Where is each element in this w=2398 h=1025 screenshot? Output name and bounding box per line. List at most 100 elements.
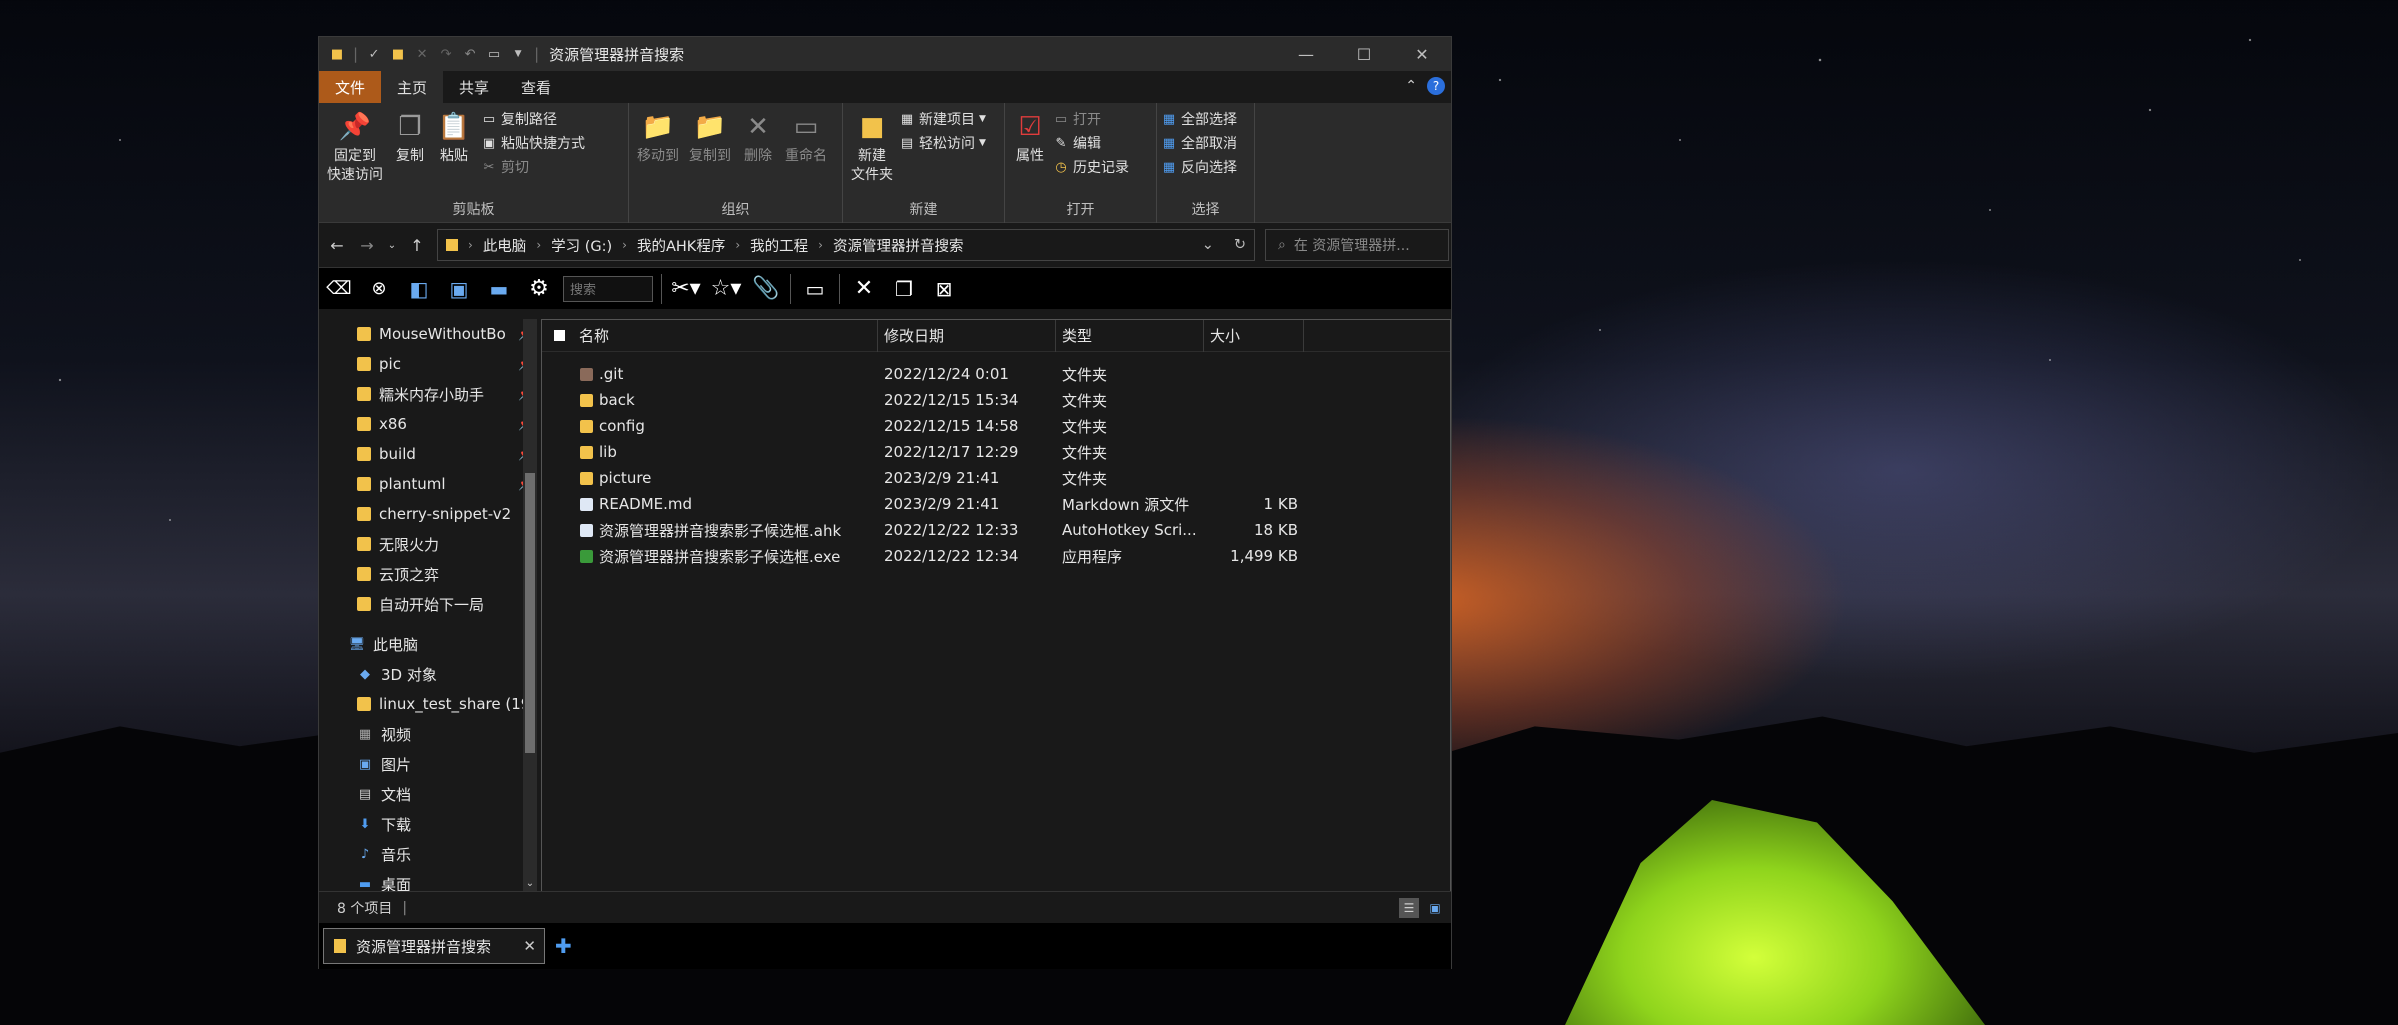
up-arrow-icon[interactable]: ↑ (407, 236, 427, 255)
nav-quick-item[interactable]: 云顶之弈 (319, 559, 541, 589)
address-dropdown-icon[interactable]: ⌄ (1202, 237, 1214, 253)
paste-shortcut-button[interactable]: ▣ 粘贴快捷方式 (481, 133, 585, 153)
nav-music[interactable]: ♪ 音乐 (319, 839, 541, 869)
scissors-dropdown-icon[interactable]: ✂▾ (670, 273, 702, 305)
nav-desktop[interactable]: ▬ 桌面 (319, 869, 541, 892)
minimize-button[interactable]: — (1277, 37, 1335, 71)
file-row[interactable]: .git 2022/12/24 0:01 文件夹 (542, 361, 1450, 387)
nav-3d-objects[interactable]: ◆ 3D 对象 (319, 659, 541, 689)
nav-videos[interactable]: ▦ 视频 (319, 719, 541, 749)
nav-quick-item[interactable]: MouseWithoutBo📌 (319, 319, 541, 349)
file-row[interactable]: lib 2022/12/17 12:29 文件夹 (542, 439, 1450, 465)
collapse-ribbon-icon[interactable]: ⌃ (1405, 78, 1417, 94)
open-button[interactable]: ▭ 打开 (1053, 109, 1129, 129)
scroll-down-icon[interactable]: ⌄ (523, 878, 537, 889)
file-row[interactable]: back 2022/12/15 15:34 文件夹 (542, 387, 1450, 413)
window-icon[interactable]: ▬ (483, 273, 515, 305)
large-icons-view-icon[interactable]: ▣ (1425, 898, 1445, 918)
invert-selection-button[interactable]: ▦ 反向选择 (1161, 157, 1237, 177)
folder-icon (357, 417, 371, 431)
nav-quick-item[interactable]: x86📌 (319, 409, 541, 439)
select-none-button[interactable]: ▦ 全部取消 (1161, 133, 1237, 153)
column-size[interactable]: 大小 (1204, 319, 1304, 352)
breadcrumb-drive[interactable]: 学习 (G:) (551, 235, 612, 256)
customize-dropdown-icon[interactable]: ▼ (510, 46, 526, 62)
file-row[interactable]: picture 2023/2/9 21:41 文件夹 (542, 465, 1450, 491)
column-type[interactable]: 类型 (1056, 319, 1204, 352)
new-tab-icon[interactable]: ✚ (555, 934, 572, 958)
nav-network-share[interactable]: linux_test_share (19 (319, 689, 541, 719)
record-icon[interactable]: ▣ (443, 273, 475, 305)
new-item-button[interactable]: ▦ 新建项目 ▼ (899, 109, 986, 129)
easy-access-button[interactable]: ▤ 轻松访问 ▼ (899, 133, 986, 153)
delete-x-icon: ✕ (747, 111, 769, 142)
nav-pictures[interactable]: ▣ 图片 (319, 749, 541, 779)
nav-quick-item[interactable]: 自动开始下一局 (319, 589, 541, 619)
nav-quick-item[interactable]: 无限火力 (319, 529, 541, 559)
breadcrumb-current[interactable]: 资源管理器拼音搜索 (833, 235, 964, 256)
nav-documents[interactable]: ▤ 文档 (319, 779, 541, 809)
paperclip-icon[interactable]: 📎 (750, 273, 782, 305)
breadcrumb-ahk[interactable]: 我的AHK程序 (637, 235, 725, 256)
address-bar[interactable]: › 此电脑 › 学习 (G:) › 我的AHK程序 › 我的工程 › 资源管理器… (437, 229, 1255, 261)
clear-icon[interactable]: ⊗ (363, 273, 395, 305)
nav-quick-item[interactable]: build📌 (319, 439, 541, 469)
tab-home[interactable]: 主页 (381, 71, 444, 103)
file-row[interactable]: 资源管理器拼音搜索影子候选框.exe 2022/12/22 12:34 应用程序… (542, 543, 1450, 569)
back-arrow-icon[interactable]: ← (327, 236, 347, 255)
close-window-icon[interactable]: ⊠ (928, 273, 960, 305)
nav-quick-item[interactable]: cherry-snippet-v2 (319, 499, 541, 529)
file-row[interactable]: 资源管理器拼音搜索影子候选框.ahk 2022/12/22 12:33 Auto… (542, 517, 1450, 543)
undo-icon[interactable]: ↶ (462, 46, 478, 62)
edit-button[interactable]: ✎ 编辑 (1053, 133, 1129, 153)
nav-scrollbar[interactable]: ⌄ (523, 319, 537, 891)
nav-scrollbar-thumb[interactable] (525, 473, 535, 753)
maximize-button[interactable]: ☐ (1335, 37, 1393, 71)
windows-cascade-icon[interactable]: ❐ (888, 273, 920, 305)
recent-dropdown-icon[interactable]: ⌄ (387, 240, 397, 251)
select-all-button[interactable]: ▦ 全部选择 (1161, 109, 1237, 129)
star-dropdown-icon[interactable]: ☆▾ (710, 273, 742, 305)
refresh-icon[interactable]: ↻ (1234, 237, 1246, 253)
explorer-tab[interactable]: 资源管理器拼音搜索 ✕ (323, 928, 545, 964)
help-icon[interactable]: ? (1427, 77, 1445, 95)
file-row[interactable]: README.md 2023/2/9 21:41 Markdown 源文件 1 … (542, 491, 1450, 517)
breadcrumb-project[interactable]: 我的工程 (750, 235, 808, 256)
details-view-icon[interactable]: ☰ (1399, 898, 1419, 918)
explorer-tab-bar: 资源管理器拼音搜索 ✕ ✚ (319, 923, 1451, 969)
tab-file[interactable]: 文件 (319, 71, 382, 103)
forward-arrow-icon[interactable]: → (357, 236, 377, 255)
file-row[interactable]: config 2022/12/15 14:58 文件夹 (542, 413, 1450, 439)
history-button[interactable]: ◷ 历史记录 (1053, 157, 1129, 177)
close-button[interactable]: ✕ (1393, 37, 1451, 71)
column-modified[interactable]: 修改日期 (878, 319, 1056, 352)
properties-icon[interactable]: ✓ (366, 46, 382, 62)
rename-icon[interactable]: ▭ (486, 46, 502, 62)
tab-share[interactable]: 共享 (443, 71, 505, 103)
delete-icon[interactable]: ✕ (414, 46, 430, 62)
layout-pane-icon[interactable]: ◧ (403, 273, 435, 305)
cut-button[interactable]: ✂ 剪切 (481, 157, 585, 177)
navigation-bar: ← → ⌄ ↑ › 此电脑 › 学习 (G:) › 我的AHK程序 › 我的工程… (319, 223, 1451, 267)
nav-this-pc[interactable]: 🖥 此电脑 (319, 629, 541, 659)
close-x-icon[interactable]: ✕ (848, 273, 880, 305)
breadcrumb-this-pc[interactable]: 此电脑 (483, 235, 527, 256)
exe-file-icon (580, 549, 593, 563)
select-all-checkbox[interactable] (554, 330, 565, 341)
copy-path-button[interactable]: ▭ 复制路径 (481, 109, 585, 129)
nav-quick-item[interactable]: 糯米内存小助手📌 (319, 379, 541, 409)
ribbon: 📌 固定到 快速访问 ❐ 复制 📋 粘贴 ▭ 复制路径 ▣ 粘贴快捷方式 ✂ 剪切 剪… (319, 103, 1451, 223)
panel-icon[interactable]: ▭ (799, 273, 831, 305)
new-folder-icon[interactable]: ■ (390, 46, 406, 62)
redo-icon[interactable]: ↷ (438, 46, 454, 62)
toolbar-search-input[interactable]: 搜索 (563, 275, 653, 302)
nav-quick-item[interactable]: plantuml📌 (319, 469, 541, 499)
nav-quick-item[interactable]: pic📌 (319, 349, 541, 379)
column-name[interactable]: 名称 (542, 319, 878, 352)
search-box[interactable]: ⌕ 在 资源管理器拼... (1265, 229, 1449, 261)
settings-gear-icon[interactable]: ⚙ (523, 273, 555, 305)
close-tab-icon[interactable]: ✕ (523, 937, 536, 955)
nav-downloads[interactable]: ⬇ 下载 (319, 809, 541, 839)
tab-view[interactable]: 查看 (505, 71, 567, 103)
backspace-icon[interactable]: ⌫ (323, 273, 355, 305)
